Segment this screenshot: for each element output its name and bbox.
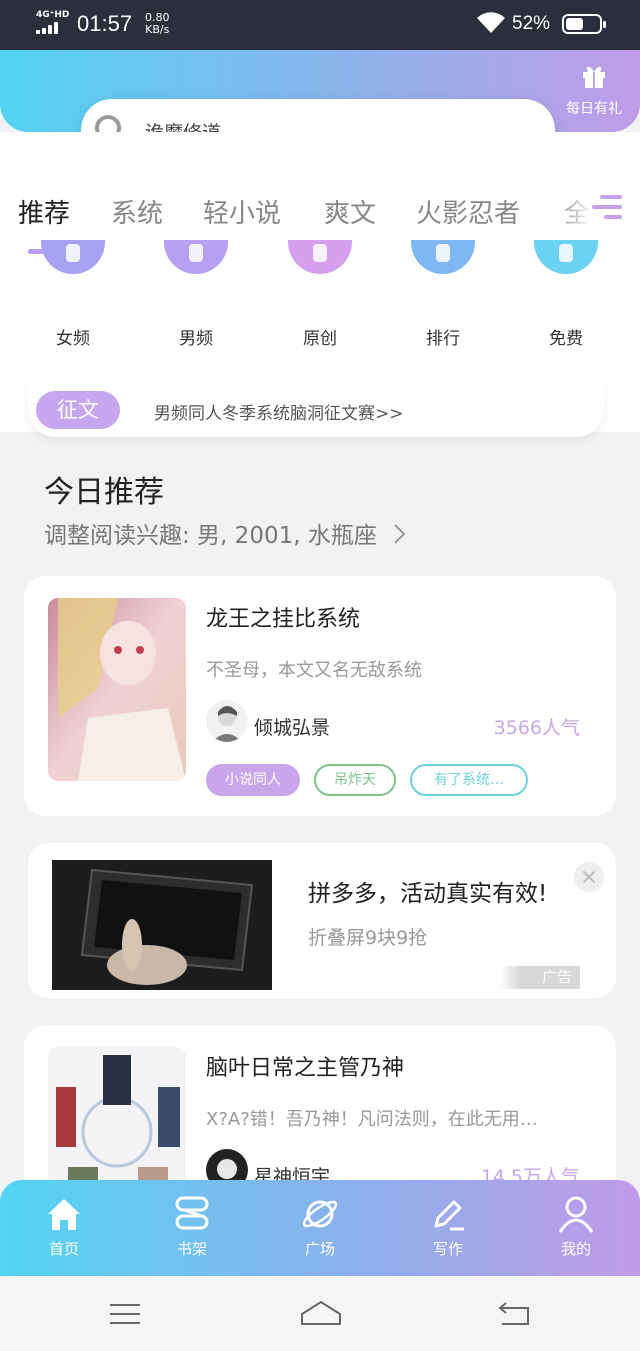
bookshelf-icon xyxy=(175,1196,209,1230)
category-label: 男频 xyxy=(179,329,213,349)
planet-icon xyxy=(302,1200,338,1228)
contest-text[interactable]: 男频同人冬季系统脑洞征文赛>> xyxy=(154,399,404,424)
category-label: 女频 xyxy=(56,329,90,349)
daily-gift-button[interactable]: 每日有礼 xyxy=(556,62,632,118)
network-indicator: 4G⁺HD xyxy=(36,10,70,20)
bottom-navigation: 首页 书架 广场 写作 我的 xyxy=(0,1180,640,1276)
tab-system[interactable]: 系统 xyxy=(111,193,163,230)
book-tag[interactable]: 吊炸天 xyxy=(314,764,396,796)
home-button-icon[interactable] xyxy=(300,1300,342,1326)
nav-label: 写作 xyxy=(432,1240,463,1258)
original-icon xyxy=(288,240,352,274)
author-name: 倾城弘景 xyxy=(254,717,331,739)
free-icon xyxy=(534,240,598,274)
ad-card[interactable]: 拼多多，活动真实有效! 折叠屏9块9抢 广告 xyxy=(28,843,616,998)
male-icon xyxy=(164,240,228,274)
book-tag[interactable]: 有了系统… xyxy=(410,764,528,796)
category-male[interactable]: 男频 xyxy=(146,240,246,349)
nav-bookshelf[interactable]: 书架 xyxy=(147,1194,237,1259)
popularity: 3566人气 xyxy=(493,717,580,739)
nav-plaza[interactable]: 广场 xyxy=(275,1194,365,1259)
category-label: 免费 xyxy=(549,329,583,349)
reading-interest-link[interactable]: 调整阅读兴趣: 男, 2001, 水瓶座 xyxy=(44,516,406,550)
nav-label: 首页 xyxy=(48,1240,79,1258)
category-label: 排行 xyxy=(426,329,460,349)
network-speed: 0.80 KB/s xyxy=(145,11,170,36)
ad-title[interactable]: 拼多多，活动真实有效! xyxy=(308,874,547,908)
book-description: X?A?错！吾乃神！凡问法则，在此无用… xyxy=(206,1109,538,1130)
reading-interest-text: 调整阅读兴趣: 男, 2001, 水瓶座 xyxy=(44,523,377,549)
menu-icon[interactable] xyxy=(110,1303,140,1325)
tab-light-novel[interactable]: 轻小说 xyxy=(203,193,281,230)
user-icon xyxy=(558,1196,594,1233)
tab-menu-icon[interactable] xyxy=(588,193,622,225)
ranking-icon xyxy=(411,240,475,274)
tab-shuangwen[interactable]: 爽文 xyxy=(324,193,376,230)
battery-icon xyxy=(562,14,606,34)
ad-label: 广告 xyxy=(500,966,580,989)
section-title: 今日推荐 xyxy=(44,475,164,510)
book-title[interactable]: 龙王之挂比系统 xyxy=(206,601,360,633)
category-original[interactable]: 原创 xyxy=(270,240,370,349)
book-tag[interactable]: 小说同人 xyxy=(206,764,300,796)
signal-icon xyxy=(36,22,64,34)
nav-profile[interactable]: 我的 xyxy=(531,1194,621,1259)
contest-badge: 征文 xyxy=(36,391,120,429)
book-cover[interactable] xyxy=(48,598,186,781)
category-ranking[interactable]: 排行 xyxy=(393,240,493,349)
tab-recommend[interactable]: 推荐 xyxy=(18,193,70,230)
daily-gift-label: 每日有礼 xyxy=(566,101,622,117)
nav-home[interactable]: 首页 xyxy=(19,1194,109,1259)
system-nav-bar xyxy=(0,1276,640,1351)
nav-label: 书架 xyxy=(176,1240,207,1258)
home-icon xyxy=(48,1199,80,1230)
close-icon[interactable] xyxy=(574,862,604,892)
tab-naruto[interactable]: 火影忍者 xyxy=(416,193,520,230)
book-card[interactable]: 龙王之挂比系统 不圣母，本文又名无敌系统 倾城弘景 3566人气 小说同人 吊炸… xyxy=(24,576,616,816)
nav-write[interactable]: 写作 xyxy=(403,1194,493,1259)
pen-icon xyxy=(434,1200,464,1231)
chevron-right-icon xyxy=(394,524,406,544)
wifi-icon xyxy=(477,12,505,33)
avatar[interactable] xyxy=(206,700,248,742)
category-free[interactable]: 免费 xyxy=(516,240,616,349)
status-bar: 4G⁺HD 01:57 0.80 KB/s 52% xyxy=(0,0,640,50)
clock: 01:57 xyxy=(77,11,133,36)
back-icon[interactable] xyxy=(498,1300,530,1326)
ad-image[interactable] xyxy=(52,860,272,990)
contest-banner[interactable]: 征文 男频同人冬季系统脑洞征文赛>> xyxy=(28,381,604,437)
category-tabs: 推荐 系统 轻小说 爽文 火影忍者 全 xyxy=(0,193,640,237)
category-label: 原创 xyxy=(303,329,337,349)
female-icon xyxy=(41,240,105,274)
ad-subtitle: 折叠屏9块9抢 xyxy=(308,927,428,949)
category-female[interactable]: 女频 xyxy=(23,240,123,349)
nav-label: 我的 xyxy=(560,1240,591,1258)
book-description: 不圣母，本文又名无敌系统 xyxy=(206,660,422,681)
nav-label: 广场 xyxy=(304,1240,335,1258)
battery-percent: 52% xyxy=(512,13,551,34)
book-title[interactable]: 脑叶日常之主管乃神 xyxy=(206,1050,404,1082)
gift-icon xyxy=(583,66,605,88)
